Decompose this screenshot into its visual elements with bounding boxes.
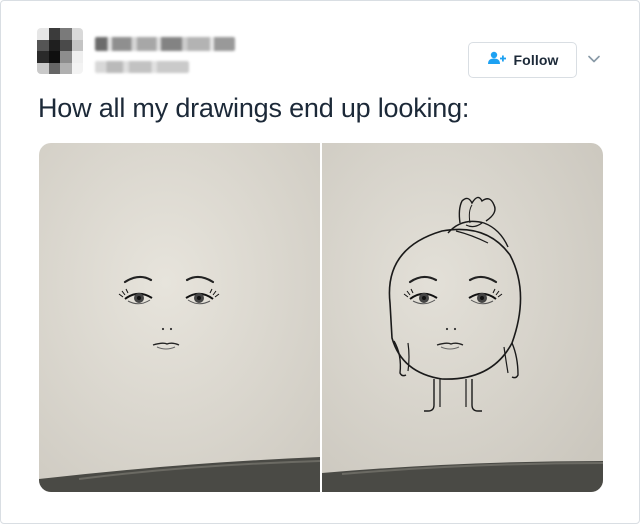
avatar[interactable] [37,28,83,74]
photo-full-character[interactable] [322,143,603,492]
photo-face-only[interactable] [39,143,320,492]
display-name-redacted[interactable] [95,37,235,51]
username-redacted[interactable] [95,61,189,73]
follow-label: Follow [513,52,559,68]
add-user-icon [487,51,507,70]
chevron-down-icon[interactable] [587,53,601,65]
tweet-card: Follow How all my drawings end up lookin… [0,0,640,524]
tweet-text: How all my drawings end up looking: [38,93,470,123]
follow-button[interactable]: Follow [468,42,577,78]
